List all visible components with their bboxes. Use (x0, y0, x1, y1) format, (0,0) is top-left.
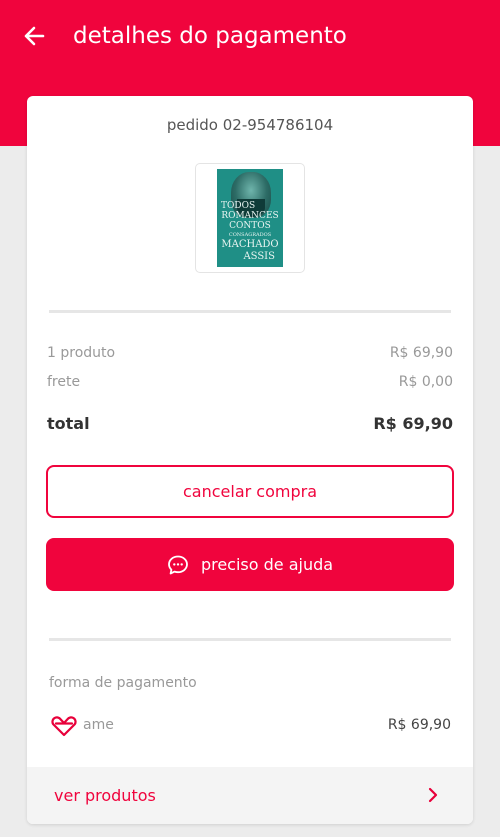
page-title: detalhes do pagamento (73, 23, 347, 49)
arrow-left-icon (24, 26, 45, 46)
need-help-label: preciso de ajuda (200, 555, 334, 574)
need-help-button[interactable]: preciso de ajuda (46, 538, 454, 591)
see-products-label: ver produtos (54, 786, 156, 805)
payment-method-title: forma de pagamento (49, 675, 197, 691)
book-cover-image: TODOS ROMANCES CONTOS CONSAGRADOS MACHAD… (217, 169, 283, 267)
order-id: pedido 02-954786104 (166, 116, 334, 134)
chat-bubble-icon (167, 554, 189, 576)
back-button[interactable] (20, 22, 48, 50)
payment-details-card: pedido 02-954786104 TODOS ROMANCES CONTO… (27, 96, 473, 824)
cancel-order-label: cancelar compra (182, 482, 317, 501)
shipping-label: frete (47, 374, 81, 390)
chevron-right-icon (428, 787, 438, 803)
ame-heart-icon (51, 716, 77, 737)
cancel-order-button[interactable]: cancelar compra (46, 465, 454, 518)
see-products-row[interactable]: ver produtos (27, 767, 473, 824)
items-count-label: 1 produto (47, 345, 116, 361)
shipping-value: R$ 0,00 (398, 374, 453, 390)
divider (49, 310, 451, 313)
total-value: R$ 69,90 (373, 414, 453, 433)
total-label: total (47, 414, 90, 433)
product-thumbnail[interactable]: TODOS ROMANCES CONTOS CONSAGRADOS MACHAD… (195, 163, 305, 273)
payment-method-name: ame (83, 717, 114, 733)
payment-amount: R$ 69,90 (387, 717, 451, 733)
divider (49, 638, 451, 641)
items-subtotal: R$ 69,90 (389, 345, 453, 361)
